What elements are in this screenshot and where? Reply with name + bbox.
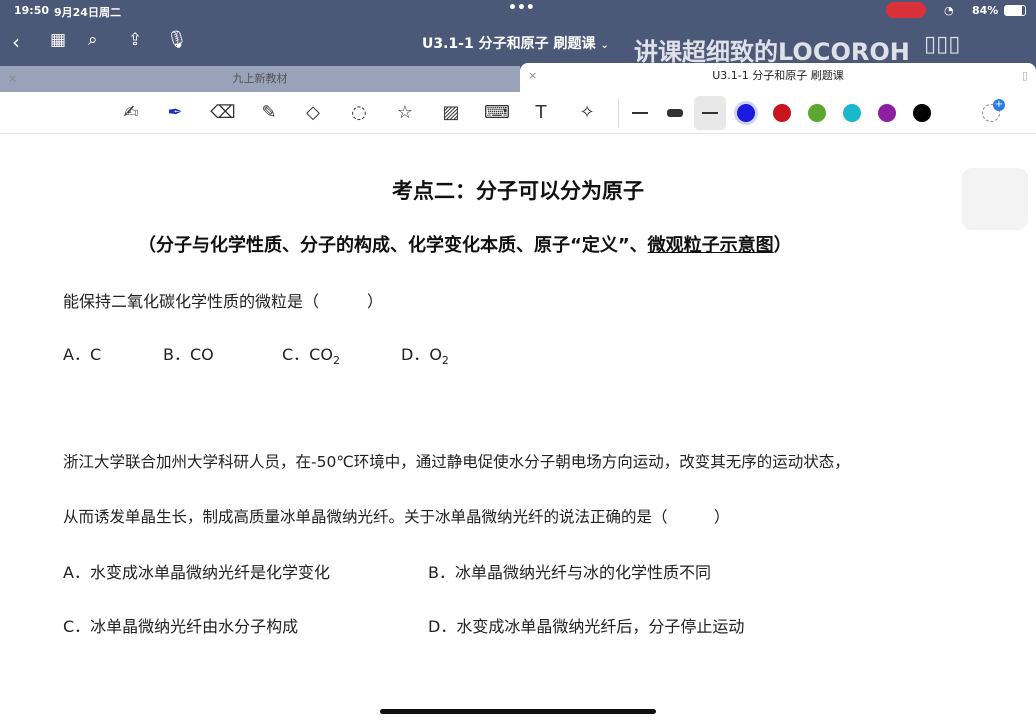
tab-current-document[interactable]: × U3.1-1 分子和原子 刷题课 ▯ xyxy=(520,63,1036,92)
battery-icon xyxy=(1004,5,1026,16)
laser-pointer-icon[interactable]: ✧ xyxy=(574,100,600,126)
q2-option-b: B．冰单晶微纳光纤与冰的化学性质不同 xyxy=(428,563,711,582)
section-heading: 考点二：分子可以分为原子 xyxy=(392,179,644,203)
battery-level: 84% xyxy=(972,4,999,17)
microphone-icon[interactable]: 🎙 xyxy=(166,30,188,50)
chevron-down-icon[interactable]: ⌄ xyxy=(600,40,608,51)
bilibili-logo: ▯▯▯ xyxy=(924,32,961,57)
q1-option-a: A．C xyxy=(63,345,102,364)
handwriting-zoom-icon[interactable]: ✍ xyxy=(118,100,144,126)
status-time: 19:50 xyxy=(14,4,50,17)
q1-option-b: B．CO xyxy=(163,345,214,364)
color-swatch-purple[interactable] xyxy=(878,104,896,122)
lasso-icon[interactable]: ◌ xyxy=(346,100,372,126)
tab-bar: × 九上新教材 × U3.1-1 分子和原子 刷题课 ▯ xyxy=(0,63,1036,92)
drawing-toolbar: ✍ ✒ ⌫ ✎ ◇ ◌ ☆ ▨ ⌨ T ✧ + xyxy=(0,92,1036,134)
color-swatch-blue[interactable] xyxy=(737,104,755,122)
highlighter-icon[interactable]: ✎ xyxy=(256,100,282,126)
watermark-text: 讲课超细致的LOCOROH xyxy=(634,38,910,66)
color-swatch-red[interactable] xyxy=(773,104,791,122)
pen-icon[interactable]: ✒ xyxy=(162,100,188,126)
question-1-stem: 能保持二氧化碳化学性质的微粒是（ ） xyxy=(63,292,384,311)
close-icon[interactable]: × xyxy=(528,63,537,89)
close-icon[interactable]: × xyxy=(8,66,17,92)
q1-option-d: D．O2 xyxy=(401,345,449,368)
color-swatch-black[interactable] xyxy=(913,104,931,122)
share-icon[interactable]: ⇪ xyxy=(128,30,142,50)
sticker-icon[interactable]: ☆ xyxy=(392,100,418,126)
tab-textbook[interactable]: × 九上新教材 xyxy=(0,66,520,92)
question-2-stem-line2: 从而诱发单晶生长，制成高质量冰单晶微纳光纤。关于冰单晶微纳光纤的说法正确的是（ … xyxy=(63,508,730,526)
shapes-icon[interactable]: ◇ xyxy=(300,100,326,126)
keyboard-icon[interactable]: ⌨ xyxy=(484,100,510,126)
section-subheading: （分子与化学性质、分子的构成、化学变化本质、原子“定义”、微观粒子示意图） xyxy=(138,235,792,256)
q2-option-d: D．水变成冰单晶微纳光纤后，分子停止运动 xyxy=(428,617,745,636)
eraser-icon[interactable]: ⌫ xyxy=(210,100,236,126)
wifi-icon: ◔ xyxy=(944,4,954,17)
back-icon[interactable]: ‹ xyxy=(12,30,20,54)
multitask-dots-icon[interactable]: ••• xyxy=(508,0,535,16)
home-indicator[interactable] xyxy=(380,709,656,714)
search-icon[interactable]: ⌕ xyxy=(88,30,98,50)
q2-option-a: A．水变成冰单晶微纳光纤是化学变化 xyxy=(63,563,330,582)
color-swatch-green[interactable] xyxy=(808,104,826,122)
divider xyxy=(618,98,619,128)
document-title[interactable]: U3.1-1 分子和原子 刷题课 ⌄ xyxy=(422,33,609,53)
question-2-stem-line1: 浙江大学联合加州大学科研人员，在-50℃环境中，通过静电促使水分子朝电场方向运动… xyxy=(63,453,850,471)
text-box-icon[interactable]: T xyxy=(528,100,554,126)
color-swatch-cyan[interactable] xyxy=(843,104,861,122)
split-view-icon[interactable]: ▯ xyxy=(1022,63,1028,89)
top-bar: 19:50 9月24日周二 ••• ◔ 84% ‹ ▦ ⌕ ⇪ 🎙 U3.1-1… xyxy=(0,0,1036,66)
grid-icon[interactable]: ▦ xyxy=(50,30,66,50)
status-date: 9月24日周二 xyxy=(54,6,121,19)
color-swatch-white[interactable] xyxy=(948,104,966,122)
q2-option-c: C．冰单晶微纳光纤由水分子构成 xyxy=(63,617,299,636)
stroke-thin[interactable] xyxy=(632,112,648,114)
recording-indicator-icon[interactable] xyxy=(886,2,926,18)
add-color-icon[interactable]: + xyxy=(982,99,1005,122)
stroke-medium-selected[interactable] xyxy=(694,96,726,130)
q1-option-c: C．CO2 xyxy=(282,345,340,368)
stroke-thick[interactable] xyxy=(667,109,683,117)
image-icon[interactable]: ▨ xyxy=(438,100,464,126)
